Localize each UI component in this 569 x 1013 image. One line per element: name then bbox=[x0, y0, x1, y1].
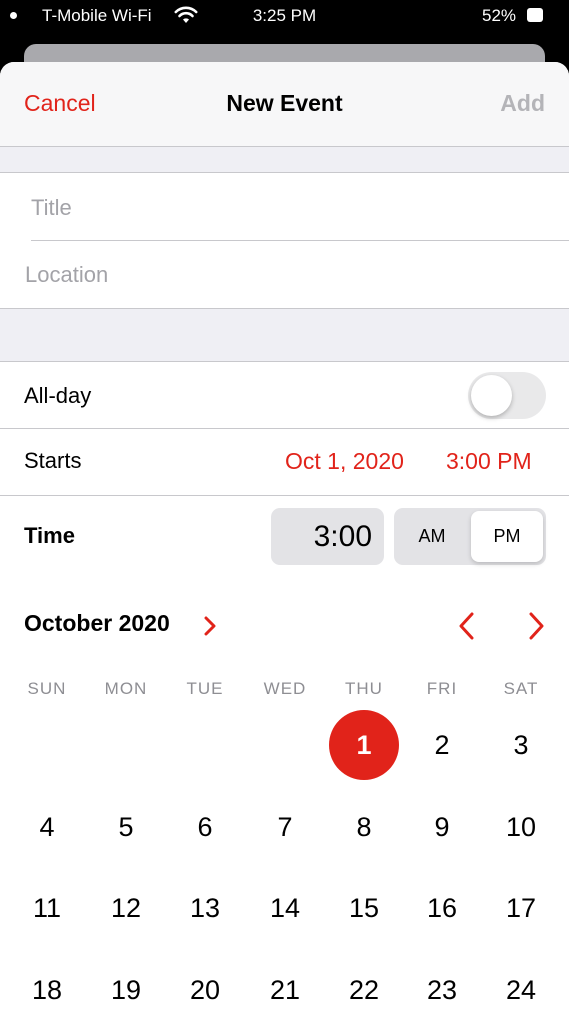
starts-label: Starts bbox=[24, 448, 82, 473]
calendar-day[interactable]: 9 bbox=[407, 792, 477, 862]
calendar-day[interactable]: 20 bbox=[170, 955, 240, 1013]
weekday-label: SAT bbox=[503, 679, 539, 698]
calendar-day[interactable]: 24 bbox=[486, 955, 556, 1013]
calendar-day[interactable]: 23 bbox=[407, 955, 477, 1013]
new-event-sheet: Cancel New Event Add Title Location All-… bbox=[0, 62, 569, 1013]
calendar-day[interactable]: 21 bbox=[250, 955, 320, 1013]
battery-percent: 52% bbox=[482, 6, 517, 25]
section-spacer bbox=[0, 147, 569, 173]
calendar-day[interactable]: 2 bbox=[407, 710, 477, 780]
page-title: New Event bbox=[226, 90, 343, 116]
weekday-label: MON bbox=[104, 679, 148, 698]
am-pm-segmented-control: AM PM bbox=[394, 508, 546, 565]
section-spacer bbox=[0, 308, 569, 362]
time-value: 3:00 bbox=[313, 520, 372, 553]
calendar-day[interactable]: 7 bbox=[250, 792, 320, 862]
starts-time-button[interactable]: 3:00 PM bbox=[446, 448, 532, 475]
weekday-label: TUE bbox=[186, 679, 224, 698]
cancel-button[interactable]: Cancel bbox=[24, 90, 96, 117]
location-row[interactable]: Location bbox=[0, 241, 569, 308]
previous-month-icon[interactable] bbox=[452, 610, 484, 642]
calendar-day[interactable]: 14 bbox=[250, 873, 320, 943]
next-month-icon[interactable] bbox=[520, 610, 552, 642]
calendar-day[interactable]: 3 bbox=[486, 710, 556, 780]
calendar-day[interactable]: 8 bbox=[329, 792, 399, 862]
calendar-day[interactable]: 6 bbox=[170, 792, 240, 862]
calendar-day[interactable]: 17 bbox=[486, 873, 556, 943]
calendar-day[interactable]: 13 bbox=[170, 873, 240, 943]
calendar-day[interactable]: 5 bbox=[91, 792, 161, 862]
title-field[interactable]: Title bbox=[31, 195, 72, 221]
weekday-label: FRI bbox=[426, 679, 458, 698]
pm-segment[interactable]: PM bbox=[471, 511, 543, 562]
calendar-day[interactable]: 22 bbox=[329, 955, 399, 1013]
starts-date-button[interactable]: Oct 1, 2020 bbox=[285, 448, 404, 475]
calendar-day[interactable]: 10 bbox=[486, 792, 556, 862]
battery-icon bbox=[527, 8, 543, 22]
allday-label: All-day bbox=[24, 383, 92, 408]
toggle-knob bbox=[471, 375, 512, 416]
time-label: Time bbox=[24, 523, 75, 548]
calendar-day-selected[interactable]: 1 bbox=[329, 710, 399, 780]
weekday-label: WED bbox=[263, 679, 307, 698]
status-bar: T-Mobile Wi-Fi 3:25 PM 52% bbox=[0, 0, 569, 34]
weekday-label: THU bbox=[345, 679, 383, 698]
weekday-label: SUN bbox=[27, 679, 67, 698]
add-button[interactable]: Add bbox=[500, 90, 545, 117]
allday-toggle[interactable] bbox=[468, 372, 546, 419]
am-segment[interactable]: AM bbox=[394, 508, 470, 565]
calendar-day[interactable]: 18 bbox=[12, 955, 82, 1013]
month-year-button[interactable]: October 2020 bbox=[24, 610, 170, 637]
calendar-day[interactable]: 4 bbox=[12, 792, 82, 862]
starts-row[interactable]: Starts Oct 1, 2020 3:00 PM bbox=[0, 429, 569, 495]
divider bbox=[0, 495, 569, 496]
time-input[interactable]: 3:00 bbox=[271, 508, 384, 565]
title-row[interactable]: Title bbox=[0, 174, 569, 241]
location-field[interactable]: Location bbox=[25, 262, 108, 288]
calendar-day[interactable]: 15 bbox=[329, 873, 399, 943]
calendar-day[interactable]: 19 bbox=[91, 955, 161, 1013]
calendar-day[interactable]: 11 bbox=[12, 873, 82, 943]
navigation-bar: Cancel New Event Add bbox=[0, 62, 569, 147]
calendar-day[interactable]: 16 bbox=[407, 873, 477, 943]
chevron-right-icon[interactable] bbox=[203, 616, 217, 636]
calendar-day[interactable]: 12 bbox=[91, 873, 161, 943]
